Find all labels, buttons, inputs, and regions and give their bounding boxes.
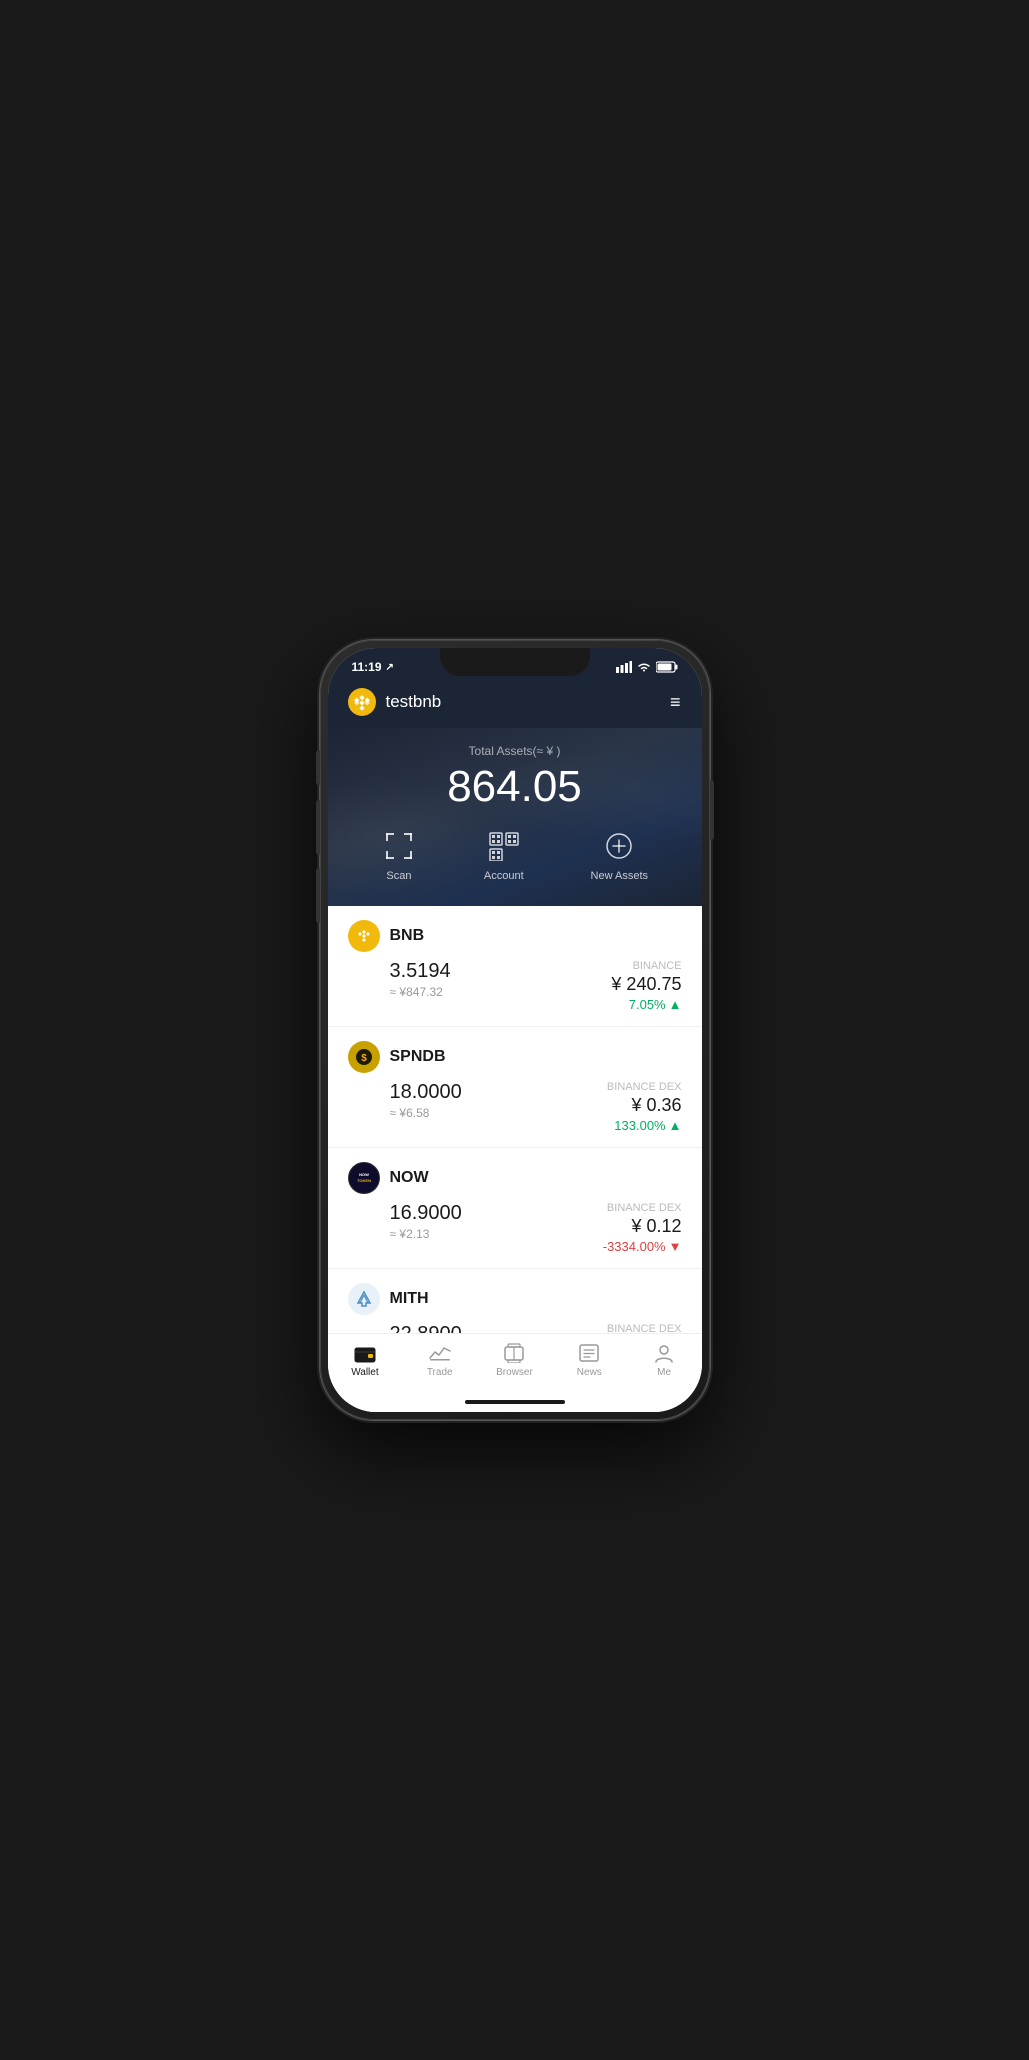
time-display: 11:19 [352,660,382,674]
asset-list: BNB 3.5194 ≈ ¥847.32 Binance ¥ 240.75 7.… [328,906,702,1333]
phone-screen: 11:19 ↗ [328,648,702,1412]
scan-label: Scan [386,870,411,882]
asset-item-spndb[interactable]: $ SPNDB 18.0000 ≈ ¥6.58 BINANCE DEX ¥ 0.… [328,1027,702,1148]
account-label: Account [484,870,524,882]
power-button [710,780,714,840]
phone-frame: 11:19 ↗ [320,640,710,1420]
trade-nav-icon [429,1342,451,1364]
now-symbol: NOW [390,1169,429,1187]
account-icon [486,828,522,864]
svg-text:$: $ [361,1053,367,1064]
bnb-exchange: Binance [611,960,681,972]
wallet-nav-icon [354,1342,376,1364]
new-assets-button[interactable]: New Assets [591,828,648,882]
bnb-balance: 3.5194 [390,960,451,983]
spndb-icon: $ [348,1041,380,1073]
wallet-nav-label: Wallet [351,1367,378,1378]
asset-item-mith[interactable]: MITH 22.8900 ≈ ¥8.02 BINANCE DEX ¥ 0.35 … [328,1269,702,1333]
menu-button[interactable]: ≡ [670,693,682,711]
mute-button [316,750,320,785]
new-assets-label: New Assets [591,870,648,882]
spndb-exchange: BINANCE DEX [607,1081,682,1093]
nav-trade[interactable]: Trade [402,1342,477,1378]
asset-item-bnb[interactable]: BNB 3.5194 ≈ ¥847.32 Binance ¥ 240.75 7.… [328,906,702,1027]
status-time: 11:19 ↗ [352,660,394,674]
hero-section: Total Assets(≈ ¥ ) 864.05 [328,728,702,906]
svg-text:TOKEN: TOKEN [357,1178,371,1183]
app-name: testbnb [386,692,442,712]
now-change: -3334.00% ▼ [603,1239,682,1254]
total-assets-label: Total Assets(≈ ¥ ) [348,744,682,758]
scan-icon [381,828,417,864]
spndb-cny: ≈ ¥6.58 [390,1106,462,1120]
spndb-price: ¥ 0.36 [607,1095,682,1116]
account-button[interactable]: Account [484,828,524,882]
notch [440,648,590,676]
me-nav-icon [653,1342,675,1364]
status-icons [616,661,678,673]
svg-text:NOW: NOW [359,1172,369,1177]
bnb-icon [348,920,380,952]
now-exchange: BINANCE DEX [603,1202,682,1214]
asset-item-now[interactable]: NOW TOKEN NOW 16.9000 ≈ ¥2.13 BINANCE DE… [328,1148,702,1269]
volume-down-button [316,868,320,923]
mith-icon [348,1283,380,1315]
news-nav-icon [578,1342,600,1364]
bnb-cny: ≈ ¥847.32 [390,985,451,999]
volume-up-button [316,800,320,855]
signal-icon [616,661,632,673]
app-header: testbnb ≡ [328,680,702,728]
header-left: testbnb [348,688,442,716]
now-icon: NOW TOKEN [348,1162,380,1194]
nav-browser[interactable]: Browser [477,1342,552,1378]
now-cny: ≈ ¥2.13 [390,1227,462,1241]
browser-nav-label: Browser [496,1367,533,1378]
home-bar [465,1400,565,1404]
me-nav-label: Me [657,1367,671,1378]
nav-wallet[interactable]: Wallet [328,1342,403,1378]
news-nav-label: News [577,1367,602,1378]
scan-button[interactable]: Scan [381,828,417,882]
location-icon: ↗ [386,662,394,673]
bnb-symbol: BNB [390,927,425,945]
mith-exchange: BINANCE DEX [607,1323,682,1333]
battery-icon [656,661,678,673]
wifi-icon [637,661,651,673]
bnb-logo [348,688,376,716]
home-indicator [328,1394,702,1412]
hero-actions: Scan [348,828,682,882]
new-assets-icon [601,828,637,864]
spndb-change: 133.00% ▲ [607,1118,682,1133]
total-assets-value: 864.05 [348,762,682,812]
now-price: ¥ 0.12 [603,1216,682,1237]
now-balance: 16.9000 [390,1202,462,1225]
spndb-symbol: SPNDB [390,1048,446,1066]
bnb-price: ¥ 240.75 [611,974,681,995]
nav-news[interactable]: News [552,1342,627,1378]
nav-me[interactable]: Me [627,1342,702,1378]
spndb-balance: 18.0000 [390,1081,462,1104]
bottom-nav: Wallet Trade [328,1333,702,1394]
mith-symbol: MITH [390,1290,429,1308]
browser-nav-icon [503,1342,525,1364]
bnb-change: 7.05% ▲ [611,997,681,1012]
mith-balance: 22.8900 [390,1323,462,1333]
trade-nav-label: Trade [427,1367,453,1378]
